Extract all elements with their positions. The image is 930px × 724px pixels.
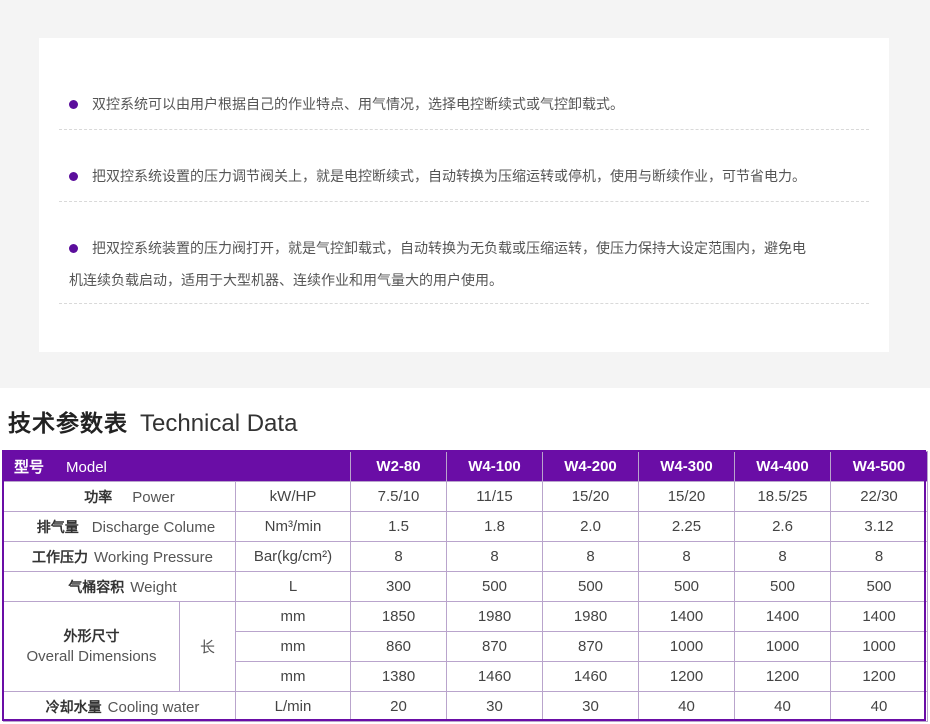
value-cell: 11/15: [446, 481, 543, 512]
spec-table: 型号 Model W2-80 W4-100 W4-200 W4-300 W4-40…: [3, 451, 928, 722]
value-cell: 1000: [734, 631, 831, 662]
dimension-sub-label: 长: [199, 639, 215, 656]
bullet-dot-icon: [69, 244, 78, 254]
feature-item: 把双控系统设置的压力调节阀关上，就是电控断续式，自动转换为压缩运转或停机，使用与…: [59, 160, 869, 202]
value-cell: 1200: [734, 661, 831, 692]
value-cell: 30: [446, 691, 543, 722]
feature-text: 把双控系统设置的压力调节阀关上，就是电控断续式，自动转换为压缩运转或停机，使用与…: [92, 168, 806, 184]
value-cell: 1980: [446, 601, 543, 632]
value-cell: 2.25: [638, 511, 735, 542]
table-row: 冷却水量 Cooling water L/min 20 30 30 40 40 4…: [3, 691, 928, 722]
value-cell: 1460: [542, 661, 639, 692]
table-row: 排气量 Discharge Colume Nm³/min 1.5 1.8 2.0 …: [3, 511, 928, 542]
model-header: 型号 Model: [3, 451, 351, 482]
value-cell: 18.5/25: [734, 481, 831, 512]
value-cell: 8: [542, 541, 639, 572]
value-cell: 870: [446, 631, 543, 662]
unit-cell: Bar(kg/cm²): [235, 541, 351, 572]
value-cell: 40: [638, 691, 735, 722]
value-cell: 22/30: [830, 481, 928, 512]
value-cell: 8: [350, 541, 447, 572]
value-cell: 8: [734, 541, 831, 572]
value-cell: 1380: [350, 661, 447, 692]
table-row: 功率 Power kW/HP 7.5/10 11/15 15/20 15/20 1…: [3, 481, 928, 512]
unit-cell: mm: [235, 601, 351, 632]
value-cell: 8: [446, 541, 543, 572]
unit-cell: mm: [235, 631, 351, 662]
value-cell: 1400: [734, 601, 831, 632]
value-cell: 8: [830, 541, 928, 572]
model-name: W4-500: [830, 451, 928, 482]
section-title-zh: 技术参数表: [8, 411, 128, 437]
unit-cell: Nm³/min: [235, 511, 351, 542]
unit-cell: mm: [235, 661, 351, 692]
value-cell: 40: [734, 691, 831, 722]
value-cell: 500: [446, 571, 543, 602]
value-cell: 8: [638, 541, 735, 572]
row-label: 工作压力 Working Pressure: [3, 541, 236, 572]
value-cell: 1400: [638, 601, 735, 632]
row-label: 功率 Power: [3, 481, 236, 512]
value-cell: 870: [542, 631, 639, 662]
model-name: W4-100: [446, 451, 543, 482]
feature-card: 双控系统可以由用户根据自己的作业特点、用气情况，选择电控断续式或气控卸载式。 把…: [39, 38, 889, 352]
bullet-dot-icon: [69, 172, 78, 182]
value-cell: 2.6: [734, 511, 831, 542]
value-cell: 1200: [830, 661, 928, 692]
feature-text: 双控系统可以由用户根据自己的作业特点、用气情况，选择电控断续式或气控卸载式。: [92, 96, 624, 112]
value-cell: 1460: [446, 661, 543, 692]
value-cell: 1400: [830, 601, 928, 632]
value-cell: 860: [350, 631, 447, 662]
model-name: W4-400: [734, 451, 831, 482]
value-cell: 3.12: [830, 511, 928, 542]
section-title-en: Technical Data: [140, 410, 298, 437]
value-cell: 500: [830, 571, 928, 602]
value-cell: 1000: [830, 631, 928, 662]
dimensions-label: 外形尺寸 Overall Dimensions: [4, 602, 180, 691]
row-label: 冷却水量 Cooling water: [3, 691, 236, 722]
value-cell: 1.5: [350, 511, 447, 542]
table-row: 外形尺寸 Overall Dimensions 长 mm 1850 1980 19…: [3, 601, 928, 692]
value-cell: 15/20: [638, 481, 735, 512]
value-cell: 15/20: [542, 481, 639, 512]
value-cell: 1200: [638, 661, 735, 692]
model-name: W4-200: [542, 451, 639, 482]
value-cell: 7.5/10: [350, 481, 447, 512]
value-cell: 20: [350, 691, 447, 722]
feature-text-line2: 机连续负载启动，适用于大型机器、连续作业和用气量大的用户使用。: [69, 272, 503, 288]
table-row: 气桶容积 Weight L 300 500 500 500 500 500: [3, 571, 928, 602]
value-cell: 2.0: [542, 511, 639, 542]
unit-cell: kW/HP: [235, 481, 351, 512]
model-name: W4-300: [638, 451, 735, 482]
feature-item: 双控系统可以由用户根据自己的作业特点、用气情况，选择电控断续式或气控卸载式。: [59, 88, 869, 130]
value-cell: 1000: [638, 631, 735, 662]
value-cell: 1850: [350, 601, 447, 632]
feature-item: 把双控系统装置的压力阀打开，就是气控卸载式，自动转换为无负载或压缩运转，使压力保…: [59, 232, 869, 304]
bullet-dot-icon: [69, 100, 78, 110]
value-cell: 500: [734, 571, 831, 602]
value-cell: 1.8: [446, 511, 543, 542]
table-row: 工作压力 Working Pressure Bar(kg/cm²) 8 8 8 8…: [3, 541, 928, 572]
unit-cell: L/min: [235, 691, 351, 722]
value-cell: 300: [350, 571, 447, 602]
value-cell: 30: [542, 691, 639, 722]
value-cell: 40: [830, 691, 928, 722]
model-name: W2-80: [350, 451, 447, 482]
value-cell: 1980: [542, 601, 639, 632]
dimensions-group: 外形尺寸 Overall Dimensions 长: [3, 601, 236, 692]
value-cell: 500: [638, 571, 735, 602]
value-cell: 500: [542, 571, 639, 602]
unit-cell: L: [235, 571, 351, 602]
row-label: 排气量 Discharge Colume: [3, 511, 236, 542]
feature-text-line1: 把双控系统装置的压力阀打开，就是气控卸载式，自动转换为无负载或压缩运转，使压力保…: [92, 240, 806, 256]
table-header-row: 型号 Model W2-80 W4-100 W4-200 W4-300 W4-40…: [3, 451, 928, 482]
section-title: 技术参数表 Technical Data: [8, 404, 297, 444]
row-label: 气桶容积 Weight: [3, 571, 236, 602]
dimensions-subtable: 外形尺寸 Overall Dimensions 长: [4, 602, 235, 691]
